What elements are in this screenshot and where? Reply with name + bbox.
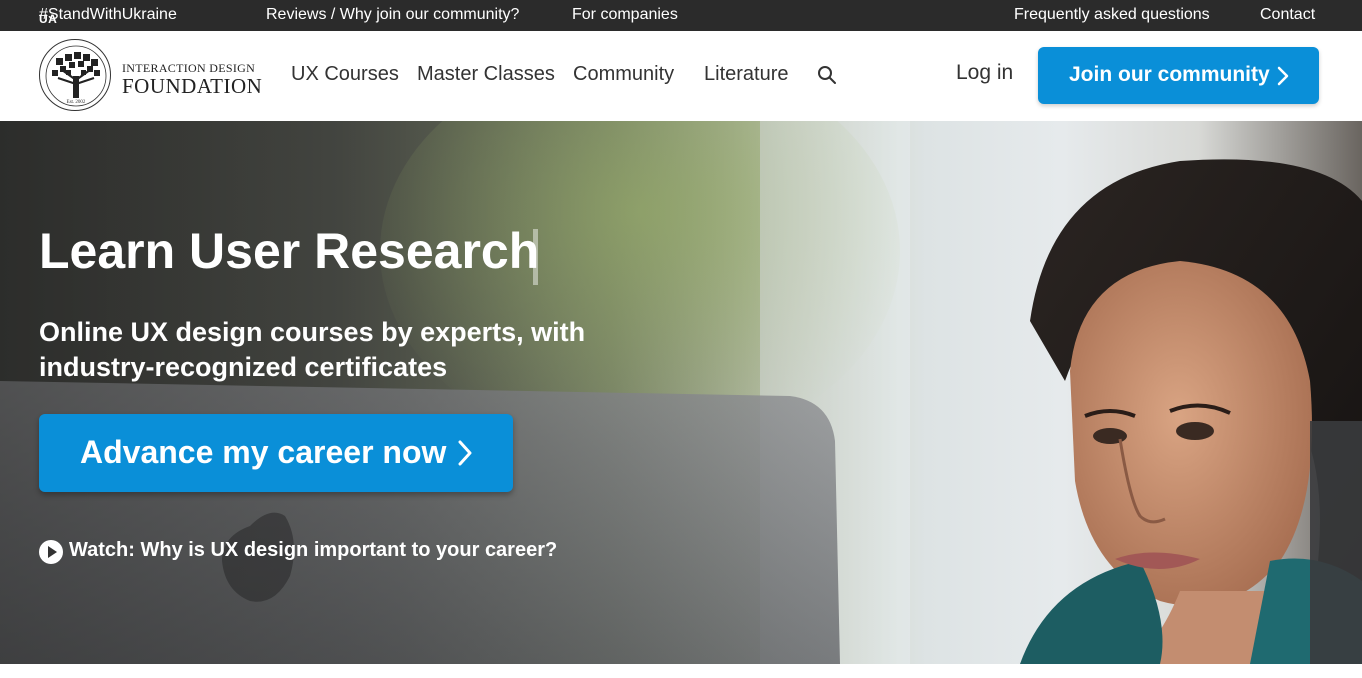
- hero-headline: Learn User Research: [39, 223, 540, 279]
- logo-seal[interactable]: Est. 2002: [39, 39, 111, 111]
- search-icon[interactable]: [817, 65, 837, 85]
- faq-link[interactable]: Frequently asked questions: [1014, 6, 1210, 24]
- contact-link[interactable]: Contact: [1260, 6, 1315, 24]
- nav-ux-courses[interactable]: UX Courses: [291, 63, 399, 86]
- stand-with-ukraine-link[interactable]: UA #StandWithUkraine: [39, 6, 177, 26]
- reviews-link[interactable]: Reviews / Why join our community?: [266, 6, 519, 24]
- nav-community[interactable]: Community: [573, 63, 674, 86]
- chevron-right-icon: [1277, 66, 1289, 86]
- main-navigation: Est. 2002 INTERACTION DESIGN FOUNDATION …: [0, 31, 1362, 121]
- logo-line2: FOUNDATION: [122, 74, 263, 98]
- hero-section: Learn User Research Online UX design cou…: [0, 121, 1362, 664]
- join-label: Join our community: [1069, 63, 1270, 86]
- watch-video-label: Watch: Why is UX design important to you…: [69, 539, 558, 561]
- login-link[interactable]: Log in: [956, 61, 1013, 85]
- play-icon: [39, 540, 63, 564]
- advance-career-label: Advance my career now: [80, 434, 447, 470]
- seal-est: Est. 2002: [67, 100, 86, 105]
- ukraine-code: UA: [39, 12, 58, 26]
- for-companies-link[interactable]: For companies: [572, 6, 678, 24]
- typing-cursor: [533, 229, 538, 285]
- nav-literature[interactable]: Literature: [704, 63, 789, 86]
- join-community-button[interactable]: Join our community: [1038, 47, 1319, 104]
- nav-master-classes[interactable]: Master Classes: [417, 63, 555, 86]
- hero-subtitle: Online UX design courses by experts, wit…: [39, 317, 586, 382]
- top-utility-bar: UA #StandWithUkraine Reviews / Why join o…: [0, 0, 1362, 31]
- tree-logo-icon: Est. 2002: [45, 45, 107, 107]
- ukraine-tag: #StandWithUkraine: [39, 6, 177, 23]
- hero-overlay: [0, 121, 900, 664]
- chevron-right-icon: [458, 440, 472, 466]
- advance-career-button[interactable]: Advance my career now: [39, 414, 513, 492]
